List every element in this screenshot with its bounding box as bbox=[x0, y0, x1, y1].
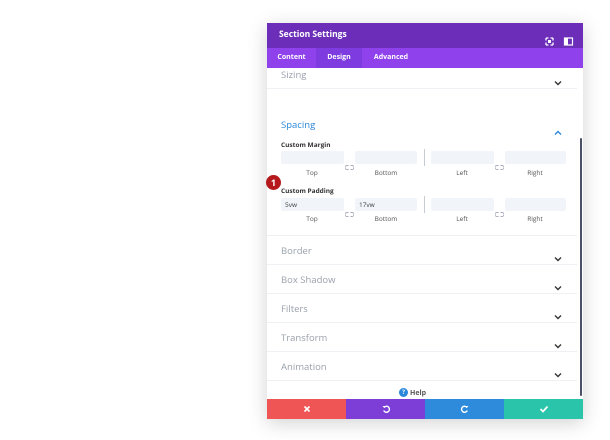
chevron-down-icon bbox=[554, 304, 562, 320]
toggle-box-shadow[interactable]: Box Shadow bbox=[267, 265, 577, 294]
toggle-sizing[interactable]: Sizing bbox=[267, 68, 577, 89]
chevron-up-icon[interactable] bbox=[554, 120, 562, 135]
toggle-label: Transform bbox=[281, 331, 328, 344]
chevron-down-icon bbox=[554, 246, 562, 262]
padding-left-input[interactable] bbox=[431, 198, 494, 211]
undo-button[interactable] bbox=[346, 399, 425, 419]
redo-button[interactable] bbox=[425, 399, 504, 419]
toggle-spacing-title[interactable]: Spacing bbox=[281, 118, 315, 131]
save-button[interactable] bbox=[504, 399, 583, 419]
chevron-down-icon bbox=[554, 275, 562, 291]
link-icon[interactable] bbox=[344, 154, 355, 170]
tab-advanced[interactable]: Advanced bbox=[362, 48, 420, 68]
step-badge: 1 bbox=[266, 175, 281, 190]
tab-content[interactable]: Content bbox=[267, 48, 316, 68]
checkmark-icon bbox=[539, 405, 548, 413]
toggle-label: Border bbox=[281, 244, 312, 257]
split-view-icon[interactable] bbox=[563, 30, 574, 46]
caption-top: Top bbox=[306, 214, 318, 223]
margin-left-input[interactable] bbox=[431, 151, 494, 164]
caption-left: Left bbox=[456, 214, 468, 223]
tab-bar: Content Design Advanced bbox=[267, 48, 583, 68]
tab-design[interactable]: Design bbox=[316, 48, 362, 68]
custom-padding-label: Custom Padding bbox=[281, 186, 334, 195]
chevron-down-icon bbox=[554, 362, 562, 378]
scrollbar[interactable] bbox=[580, 138, 582, 396]
chevron-down-icon bbox=[554, 70, 562, 86]
caption-bottom: Bottom bbox=[374, 214, 398, 223]
toggle-transform[interactable]: Transform bbox=[267, 323, 577, 352]
divider bbox=[424, 196, 425, 213]
margin-top-input[interactable] bbox=[281, 151, 344, 164]
toggle-animation[interactable]: Animation bbox=[267, 352, 577, 381]
section-settings-modal: Section Settings Content Design Advanced… bbox=[267, 23, 583, 419]
caption-right: Right bbox=[527, 168, 543, 177]
expand-icon[interactable] bbox=[544, 30, 555, 46]
cancel-button[interactable] bbox=[267, 399, 346, 419]
modal-header: Section Settings bbox=[267, 23, 583, 48]
link-icon[interactable] bbox=[344, 201, 355, 217]
settings-panel[interactable]: Sizing Spacing Custom Margin Top Bottom … bbox=[267, 68, 583, 399]
link-icon[interactable] bbox=[494, 201, 505, 217]
link-icon[interactable] bbox=[494, 154, 505, 170]
caption-top: Top bbox=[306, 168, 318, 177]
chevron-down-icon bbox=[554, 333, 562, 349]
redo-icon bbox=[460, 405, 468, 413]
caption-bottom: Bottom bbox=[374, 168, 398, 177]
toggle-label: Sizing bbox=[281, 68, 307, 81]
modal-footer bbox=[267, 399, 583, 419]
margin-right-input[interactable] bbox=[505, 151, 566, 164]
toggle-border[interactable]: Border bbox=[267, 236, 577, 265]
padding-right-input[interactable] bbox=[505, 198, 566, 211]
toggle-label: Filters bbox=[281, 302, 308, 315]
padding-bottom-input[interactable]: 17vw bbox=[355, 198, 417, 211]
divider bbox=[424, 149, 425, 166]
caption-left: Left bbox=[456, 168, 468, 177]
custom-margin-label: Custom Margin bbox=[281, 140, 331, 149]
margin-bottom-input[interactable] bbox=[355, 151, 417, 164]
undo-icon bbox=[382, 405, 390, 413]
toggle-filters[interactable]: Filters bbox=[267, 294, 577, 323]
help-link[interactable]: Help bbox=[410, 389, 426, 398]
padding-top-input[interactable]: 5vw bbox=[281, 198, 344, 211]
close-icon bbox=[303, 405, 310, 413]
help-icon[interactable]: ? bbox=[399, 388, 408, 397]
toggle-label: Box Shadow bbox=[281, 273, 336, 286]
modal-title: Section Settings bbox=[279, 29, 347, 40]
caption-right: Right bbox=[527, 214, 543, 223]
toggle-label: Animation bbox=[281, 360, 327, 373]
